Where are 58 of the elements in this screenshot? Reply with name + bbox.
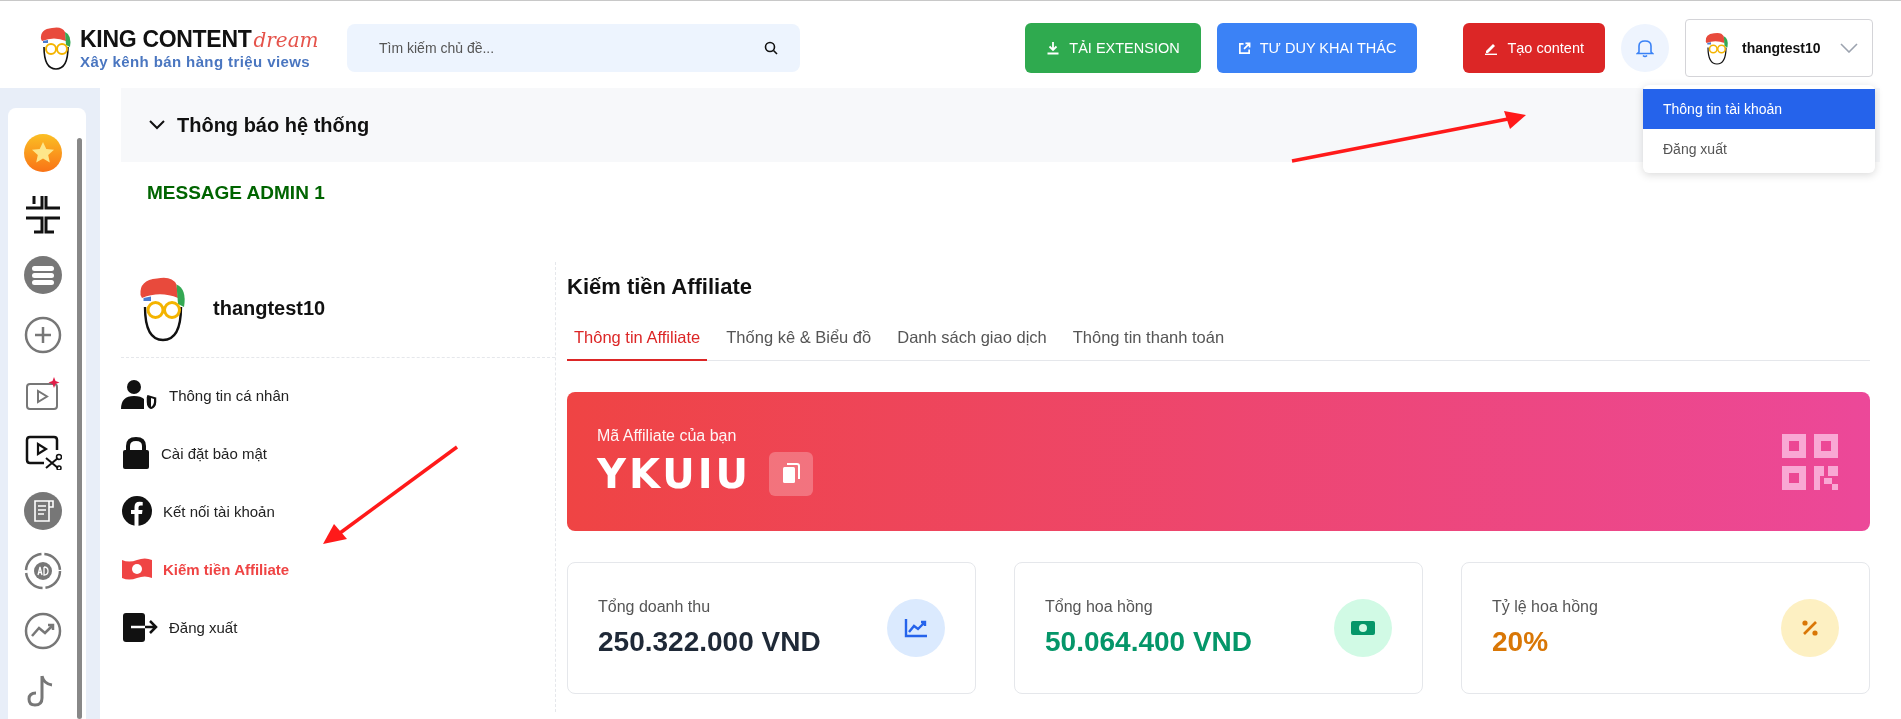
- notice-toggle[interactable]: Thông báo hệ thống: [149, 113, 370, 137]
- admin-message: MESSAGE ADMIN 1: [147, 182, 325, 204]
- profile-menu-item[interactable]: Thông tin cá nhân: [121, 366, 555, 424]
- pencil-icon: [1484, 41, 1499, 55]
- header-button[interactable]: Tạo content: [1463, 23, 1605, 73]
- notification-button[interactable]: [1621, 24, 1669, 72]
- profile-menu-item[interactable]: Kiếm tiền Affiliate: [121, 540, 555, 598]
- stat-label: Tổng hoa hồng: [1045, 598, 1154, 616]
- lock-icon: [121, 436, 151, 470]
- code-label: Mã Affiliate của bạn: [597, 426, 738, 445]
- facebook-icon: [121, 495, 153, 527]
- frame-corners-icon[interactable]: [24, 194, 62, 234]
- external-link-icon: [1237, 41, 1251, 55]
- tab[interactable]: Danh sách giao dịch: [890, 320, 1054, 361]
- logo-title: KING CONTENT: [80, 26, 252, 53]
- profile-menu-item[interactable]: Cài đặt bảo mật: [121, 424, 555, 482]
- affiliate-code: YKUIU: [597, 450, 752, 497]
- logout-icon: [121, 611, 159, 643]
- plus-icon[interactable]: [24, 316, 62, 354]
- stat-value: 50.064.400 VND: [1045, 626, 1253, 658]
- profile-menu-item[interactable]: Kết nối tài khoản: [121, 482, 555, 540]
- logo-script: dream: [253, 28, 319, 52]
- banknote-icon: [1350, 619, 1376, 637]
- percent-icon: [1800, 618, 1820, 638]
- search-bar[interactable]: Tìm kiếm chủ đề...: [347, 24, 800, 72]
- section-title: Kiếm tiền Affiliate: [567, 274, 752, 300]
- stat-value: 20%: [1492, 626, 1550, 658]
- tab[interactable]: Thông tin thanh toán: [1065, 320, 1232, 361]
- trend-icon[interactable]: [24, 612, 62, 650]
- video-sparkle-icon[interactable]: [24, 376, 62, 412]
- search-field[interactable]: Tìm kiếm chủ đề...: [377, 39, 764, 57]
- banknote-icon: [121, 557, 153, 581]
- tab[interactable]: Thống kê & Biểu đồ: [719, 320, 879, 361]
- scrollbar[interactable]: [77, 138, 82, 719]
- bell-icon: [1636, 38, 1654, 58]
- search-icon: [764, 41, 778, 55]
- chart-line-icon: [904, 618, 928, 638]
- copy-button[interactable]: [769, 451, 814, 496]
- logo-tagline: Xây kênh bán hàng triệu views: [80, 53, 311, 70]
- user-shield-icon: [121, 379, 159, 411]
- video-scissors-icon[interactable]: [24, 434, 62, 470]
- menu-item[interactable]: Thông tin tài khoản: [1643, 89, 1875, 129]
- stat-label: Tỷ lệ hoa hồng: [1492, 598, 1598, 616]
- stat-label: Tổng doanh thu: [598, 598, 712, 616]
- profile-menu-item[interactable]: Đăng xuất: [121, 598, 555, 656]
- tab[interactable]: Thông tin Affiliate: [567, 320, 708, 361]
- copy-icon: [781, 462, 802, 485]
- header-button[interactable]: TƯ DUY KHAI THÁC: [1216, 23, 1418, 73]
- qr-code-icon: [1782, 433, 1838, 490]
- profile-name: thangtest10: [213, 297, 326, 320]
- stat-value: 250.322.000 VND: [598, 626, 821, 658]
- user-menu-button[interactable]: thangtest10: [1685, 19, 1873, 77]
- menu-item[interactable]: Đăng xuất: [1643, 129, 1875, 169]
- document-icon[interactable]: [24, 492, 62, 530]
- download-icon: [1046, 41, 1061, 55]
- chevron-icon: [149, 120, 165, 130]
- list-icon[interactable]: [24, 256, 62, 294]
- ad-icon[interactable]: [24, 552, 62, 590]
